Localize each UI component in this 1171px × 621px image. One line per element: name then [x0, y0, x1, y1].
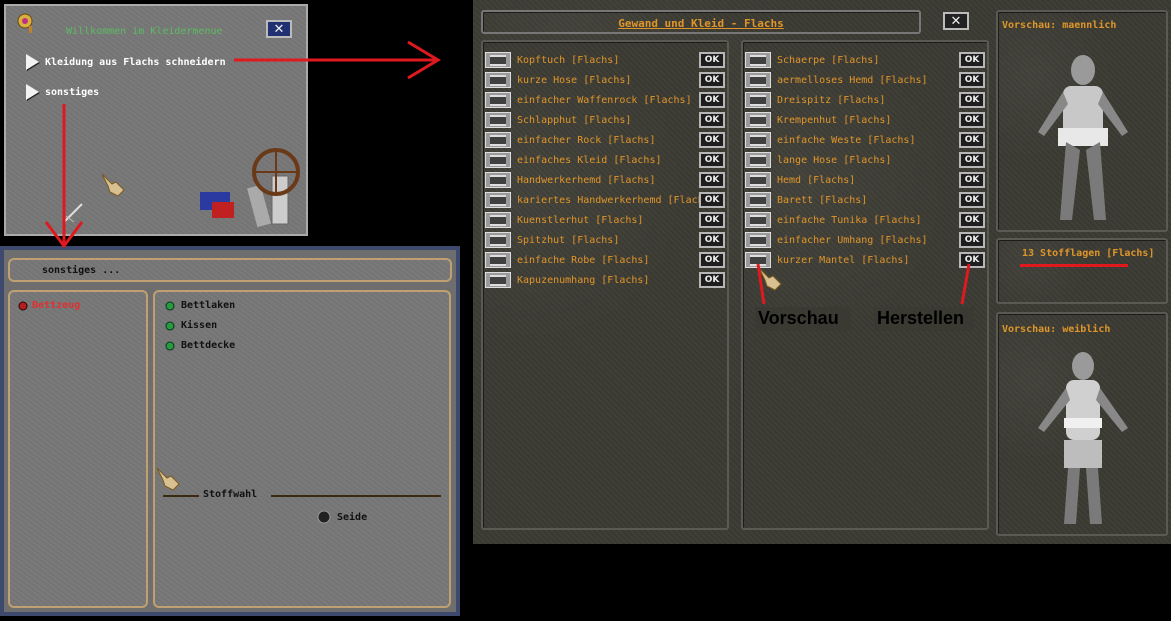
annotation-arrows [44, 40, 971, 305]
